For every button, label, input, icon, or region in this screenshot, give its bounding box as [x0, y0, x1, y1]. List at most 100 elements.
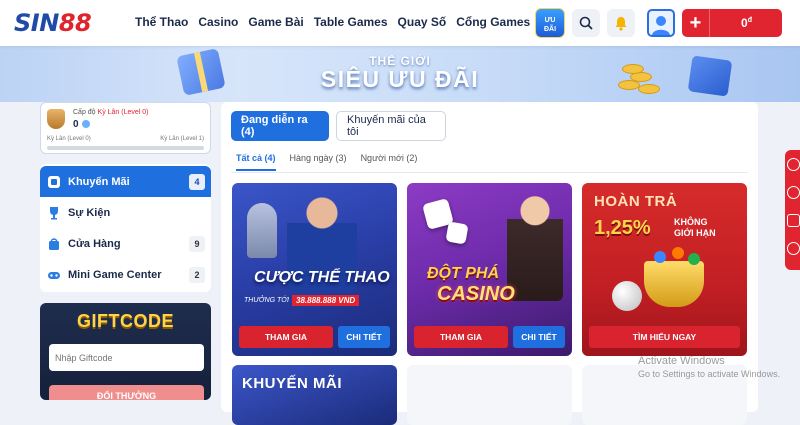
balance-value: 0 — [741, 16, 748, 30]
cup-illustration — [644, 261, 704, 307]
count-badge: 4 — [189, 174, 205, 190]
level-name: Kỳ Lân (Level 0) — [97, 109, 149, 116]
dice-illustration — [445, 221, 469, 245]
nav-the-thao[interactable]: Thể Thao — [135, 15, 188, 29]
giftcode-input[interactable] — [49, 344, 204, 371]
main-nav: Thể Thao Casino Game Bài Table Games Qua… — [135, 15, 540, 29]
count-badge: 9 — [189, 236, 205, 252]
rank-badge-icon — [47, 109, 65, 129]
nav-quay-so[interactable]: Quay Số — [398, 15, 447, 29]
floating-contact-bar — [785, 150, 800, 270]
help-icon[interactable] — [787, 186, 800, 199]
nav-game-bai[interactable]: Game Bài — [248, 15, 303, 29]
level-from: Kỳ Lân (Level 0) — [47, 136, 91, 142]
sidebar-item-khuyen-mai[interactable]: Khuyến Mãi 4 — [40, 166, 211, 197]
card-title-2: CASINO — [437, 283, 515, 305]
card-subtitle: THƯỞNG TỚI — [244, 297, 289, 304]
giftcode-panel: GIFTCODE ĐỔI THƯỞNG — [40, 303, 211, 400]
nav-cong-games[interactable]: Cổng Games — [456, 15, 530, 29]
card-percent: 1,25% — [594, 217, 651, 239]
logo-88: 88 — [58, 9, 92, 37]
phone-icon[interactable] — [787, 242, 800, 255]
user-icon — [652, 16, 670, 35]
uu-dai-label-1: ƯU — [544, 17, 556, 24]
promo-card-casino[interactable]: ĐỘT PHÁ CASINO THAM GIA CHI TIẾT — [407, 183, 572, 356]
sidebar-item-label: Mini Game Center — [68, 268, 162, 281]
tab-my-promotions[interactable]: Khuyến mãi của tôi — [336, 111, 446, 141]
giftcode-title: GIFTCODE — [77, 311, 174, 331]
deposit-plus-button[interactable]: + — [682, 9, 710, 37]
balance-unit: đ — [747, 17, 752, 24]
card-subtitle-1: KHÔNG — [674, 217, 708, 227]
gem-icon — [81, 120, 90, 129]
subtabs: Tất cả (4) Hàng ngày (3) Người mới (2) — [236, 153, 431, 171]
trophy-illustration — [247, 203, 277, 258]
details-button[interactable]: CHI TIẾT — [338, 326, 390, 348]
lottery-ball — [654, 251, 666, 263]
notification-button[interactable] — [607, 9, 635, 37]
card-subtitle-2: GIỚI HẠN — [674, 228, 716, 238]
lottery-ball — [688, 253, 700, 265]
card-title: ĐỘT PHÁ — [427, 265, 499, 282]
chat-icon[interactable] — [787, 214, 800, 227]
level-to: Kỳ Lân (Level 1) — [160, 136, 204, 142]
windows-activation-watermark: Activate Windows Go to Settings to activ… — [638, 355, 780, 379]
hero-banner: THẾ GIỚI SIÊU ƯU ĐÃI — [0, 46, 800, 102]
sidebar-item-cua-hang[interactable]: Cửa Hàng 9 — [40, 228, 211, 259]
logo-sin: SIN — [14, 9, 59, 37]
lottery-ball — [672, 247, 684, 259]
promo-card-khuyen-mai[interactable]: KHUYẾN MÃI — [232, 365, 397, 425]
redeem-button[interactable]: ĐỔI THƯỞNG — [49, 385, 204, 400]
points: 0 — [73, 119, 90, 130]
watermark-line-2: Go to Settings to activate Windows. — [638, 369, 781, 379]
sidebar-item-mini-game-center[interactable]: Mini Game Center 2 — [40, 259, 211, 290]
balance-amount: 0đ — [710, 16, 782, 30]
side-menu: Khuyến Mãi 4 Sự Kiện Cửa Hàng 9 Mini Gam… — [40, 164, 211, 292]
trophy-icon — [46, 205, 62, 221]
sidebar-item-su-kien[interactable]: Sự Kiện — [40, 197, 211, 228]
join-button[interactable]: THAM GIA — [239, 326, 333, 348]
football-illustration — [612, 281, 642, 311]
divider — [231, 172, 748, 173]
card-title: CƯỢC THỂ THAO — [254, 269, 390, 286]
details-button[interactable]: CHI TIẾT — [513, 326, 565, 348]
promo-card-sports[interactable]: CƯỢC THỂ THAO THƯỞNG TỚI 38.888.888 VND … — [232, 183, 397, 356]
search-icon — [579, 16, 593, 30]
gamepad-icon — [46, 267, 62, 283]
balance-box[interactable]: + 0đ — [682, 9, 782, 37]
promo-card-placeholder — [407, 365, 572, 425]
subtab-daily[interactable]: Hàng ngày (3) — [290, 153, 347, 171]
user-support-icon[interactable] — [787, 158, 800, 171]
uu-dai-icon[interactable]: ƯU ĐÃI — [535, 8, 565, 38]
search-button[interactable] — [572, 9, 600, 37]
sidebar-item-label: Cửa Hàng — [68, 237, 121, 250]
sidebar-item-label: Sự Kiện — [68, 206, 111, 219]
tab-ongoing[interactable]: Đang diễn ra (4) — [231, 111, 329, 141]
promo-card-rebate[interactable]: HOÀN TRẢ 1,25% KHÔNG GIỚI HẠN TÌM HIỂU NG… — [582, 183, 747, 356]
learn-more-button[interactable]: TÌM HIỂU NGAY — [589, 326, 740, 348]
promo-icon — [46, 174, 62, 190]
watermark-line-1: Activate Windows — [638, 355, 725, 367]
hero-title: SIÊU ƯU ĐÃI — [320, 66, 480, 92]
top-header: SIN 88 Thể Thao Casino Game Bài Table Gam… — [0, 0, 800, 46]
join-button[interactable]: THAM GIA — [414, 326, 508, 348]
sidebar-item-label: Khuyến Mãi — [68, 175, 130, 188]
level-text: Cấp độ Kỳ Lân (Level 0) — [73, 109, 149, 116]
card-title: KHUYẾN MÃI — [242, 375, 343, 392]
card-subtitle: KHÔNG GIỚI HẠN — [674, 217, 716, 239]
logo[interactable]: SIN 88 — [14, 9, 92, 37]
bell-icon — [615, 16, 627, 31]
card-value: 38.888.888 VND — [292, 295, 360, 306]
subtab-all[interactable]: Tất cả (4) — [236, 153, 276, 171]
avatar[interactable] — [647, 9, 675, 37]
vip-level-card: Cấp độ Kỳ Lân (Level 0) 0 Kỳ Lân (Level … — [40, 102, 211, 154]
card-title: HOÀN TRẢ — [594, 193, 678, 210]
uu-dai-label-2: ĐÃI — [543, 26, 557, 33]
count-badge: 2 — [189, 267, 205, 283]
level-progress-bar — [47, 146, 204, 150]
dealer-illustration — [507, 191, 563, 301]
subtab-new-users[interactable]: Người mới (2) — [361, 153, 418, 171]
nav-casino[interactable]: Casino — [198, 15, 238, 29]
nav-table-games[interactable]: Table Games — [314, 15, 388, 29]
points-value: 0 — [73, 119, 79, 130]
